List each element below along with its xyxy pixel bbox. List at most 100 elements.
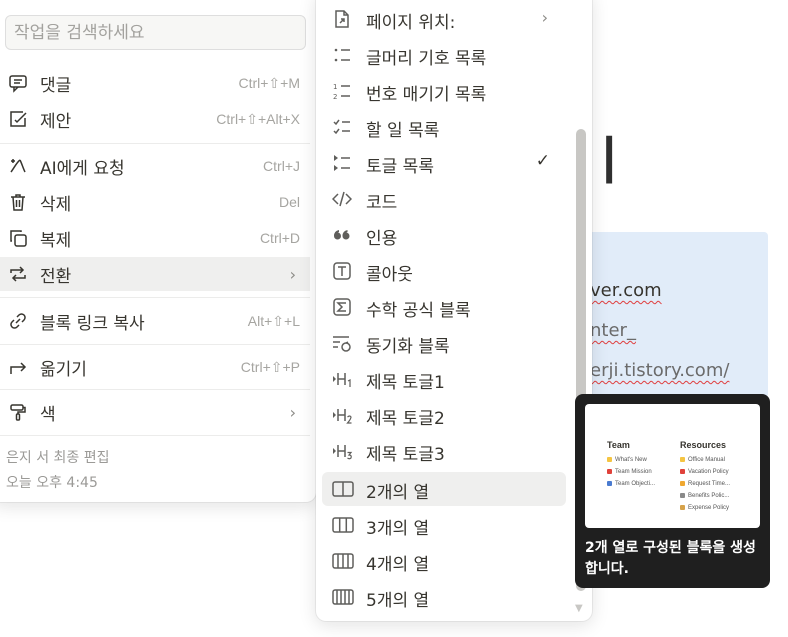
preview-item: Expense Policy xyxy=(680,505,729,511)
submenu-item-label: 콜아웃 xyxy=(366,265,413,285)
submenu-item-label: 코드 xyxy=(366,193,398,213)
submenu-item-label: 할 일 목록 xyxy=(366,121,440,141)
sigma-icon xyxy=(332,297,352,317)
preview-item: Team Objecti... xyxy=(607,481,655,487)
quote-icon xyxy=(332,225,352,245)
link-icon xyxy=(8,311,28,331)
chevron-right-icon: › xyxy=(289,264,296,284)
preview-item: Request Time... xyxy=(680,481,730,487)
trash-icon xyxy=(8,192,28,212)
svg-text:2: 2 xyxy=(333,93,337,101)
divider xyxy=(0,297,310,298)
column-preview-tooltip: Team What's New Team Mission Team Object… xyxy=(575,394,770,588)
submenu-item-callout[interactable]: 콜아웃 xyxy=(322,254,566,288)
five-columns-icon xyxy=(332,587,354,607)
submenu-item-label: 제목 토글2 xyxy=(366,409,445,429)
toggle-list-icon xyxy=(332,153,352,173)
submenu-item-label: 제목 토글1 xyxy=(366,373,445,393)
last-edited-by: 은지 서 최종 편집 xyxy=(6,450,110,466)
action-search-input[interactable] xyxy=(5,15,306,50)
submenu-item-toggle-heading-2[interactable]: 제목 토글2 xyxy=(322,398,566,432)
link-text-3[interactable]: erji.tistory.com/ xyxy=(590,360,729,381)
submenu-item-3-columns[interactable]: 3개의 열 xyxy=(322,508,566,542)
submenu-item-math-block[interactable]: 수학 공식 블록 xyxy=(322,290,566,324)
submenu-item-page-location[interactable]: 페이지 위치: › xyxy=(322,2,566,36)
shortcut-text: Alt+⇧+L xyxy=(247,312,300,329)
menu-item-label: 댓글 xyxy=(40,75,72,96)
submenu-item-toggle-heading-3[interactable]: 제목 토글3 xyxy=(322,434,566,468)
submenu-item-label: 2개의 열 xyxy=(366,483,430,503)
submenu-item-label: 제목 토글3 xyxy=(366,445,445,465)
preview-item: Team Mission xyxy=(607,469,652,475)
submenu-item-2-columns[interactable]: 2개의 열 xyxy=(322,472,566,506)
paint-roller-icon xyxy=(8,402,28,422)
checklist-icon xyxy=(332,117,352,137)
bulleted-list-icon xyxy=(332,45,352,65)
preview-col1-title: Team xyxy=(607,440,630,450)
submenu-item-bulleted-list[interactable]: 글머리 기호 목록 xyxy=(322,38,566,72)
submenu-item-label: 수학 공식 블록 xyxy=(366,301,471,321)
menu-item-label: 전환 xyxy=(40,266,72,287)
last-edited-time: 오늘 오후 4:45 xyxy=(6,475,98,491)
menu-item-comment[interactable]: 댓글 Ctrl+⇧+M xyxy=(0,66,310,100)
submenu-item-5-columns[interactable]: 5개의 열 xyxy=(322,580,566,614)
menu-item-color[interactable]: 색 › xyxy=(0,395,310,429)
menu-item-label: 색 xyxy=(40,404,56,425)
submenu-item-toggle-heading-1[interactable]: 제목 토글1 xyxy=(322,362,566,396)
submenu-item-synced-block[interactable]: 동기화 블록 xyxy=(322,326,566,360)
submenu-item-label: 글머리 기호 목록 xyxy=(366,49,487,69)
submenu-item-label: 페이지 위치: xyxy=(366,13,456,33)
tooltip-description: 2개 열로 구성된 블록을 생성합니다. xyxy=(585,540,756,577)
turn-into-submenu: 페이지 위치: › 글머리 기호 목록 12 번호 매기기 목록 할 일 목록 … xyxy=(316,0,592,621)
svg-text:1: 1 xyxy=(333,83,337,91)
comment-icon xyxy=(8,73,28,93)
submenu-item-code[interactable]: 코드 xyxy=(322,182,566,216)
shortcut-text: Ctrl+D xyxy=(259,230,300,246)
menu-item-turn-into[interactable]: 전환 › xyxy=(0,257,310,291)
divider xyxy=(0,435,310,436)
shortcut-text: Del xyxy=(278,194,300,210)
submenu-item-todo-list[interactable]: 할 일 목록 xyxy=(322,110,566,144)
two-columns-icon xyxy=(332,479,354,499)
suggest-edit-icon xyxy=(8,109,28,129)
submenu-item-label: 3개의 열 xyxy=(366,519,430,539)
shortcut-text: Ctrl+⇧+P xyxy=(240,358,300,375)
submenu-item-label: 토글 목록 xyxy=(366,157,434,177)
code-icon xyxy=(332,189,352,209)
submenu-item-toggle-list[interactable]: 토글 목록 ✓ xyxy=(322,146,566,180)
ai-sparkle-icon xyxy=(8,156,28,176)
submenu-item-label: 인용 xyxy=(366,229,398,249)
menu-item-duplicate[interactable]: 복제 Ctrl+D xyxy=(0,221,310,255)
submenu-item-4-columns[interactable]: 4개의 열 xyxy=(322,544,566,578)
menu-item-label: AI에게 요청 xyxy=(40,158,125,179)
sync-icon xyxy=(332,333,352,353)
submenu-item-label: 번호 매기기 목록 xyxy=(366,85,487,105)
link-text-1[interactable]: ver.com xyxy=(590,280,662,301)
numbered-list-icon: 12 xyxy=(332,81,352,101)
submenu-item-numbered-list[interactable]: 12 번호 매기기 목록 xyxy=(322,74,566,108)
toggle-heading-2-icon xyxy=(332,405,352,425)
scroll-down-arrow-icon[interactable]: ▼ xyxy=(575,603,583,614)
shortcut-text: Ctrl+⇧+Alt+X xyxy=(216,110,300,127)
divider xyxy=(0,344,310,345)
preview-item: Office Manual xyxy=(680,457,725,463)
menu-item-label: 삭제 xyxy=(40,194,72,215)
toggle-heading-3-icon xyxy=(332,441,353,461)
submenu-item-label: 동기화 블록 xyxy=(366,337,450,357)
menu-item-suggest[interactable]: 제안 Ctrl+⇧+Alt+X xyxy=(0,102,310,136)
preview-item: Vacation Policy xyxy=(680,469,729,475)
menu-item-ask-ai[interactable]: AI에게 요청 Ctrl+J xyxy=(0,149,310,183)
submenu-item-quote[interactable]: 인용 xyxy=(322,218,566,252)
menu-item-copy-link[interactable]: 블록 링크 복사 Alt+⇧+L xyxy=(0,304,310,338)
block-actions-menu: 댓글 Ctrl+⇧+M 제안 Ctrl+⇧+Alt+X AI에게 요청 Ctrl… xyxy=(0,0,316,502)
shortcut-text: Ctrl+⇧+M xyxy=(238,74,300,91)
three-columns-icon xyxy=(332,515,354,535)
move-arrow-icon xyxy=(8,357,28,377)
link-text-2[interactable]: nter_ xyxy=(590,320,636,341)
toggle-heading-1-icon xyxy=(332,369,352,389)
preview-col2-title: Resources xyxy=(680,440,727,450)
menu-item-label: 블록 링크 복사 xyxy=(40,313,145,334)
menu-item-delete[interactable]: 삭제 Del xyxy=(0,185,310,219)
shortcut-text: Ctrl+J xyxy=(263,158,300,174)
menu-item-move-to[interactable]: 옮기기 Ctrl+⇧+P xyxy=(0,350,310,384)
